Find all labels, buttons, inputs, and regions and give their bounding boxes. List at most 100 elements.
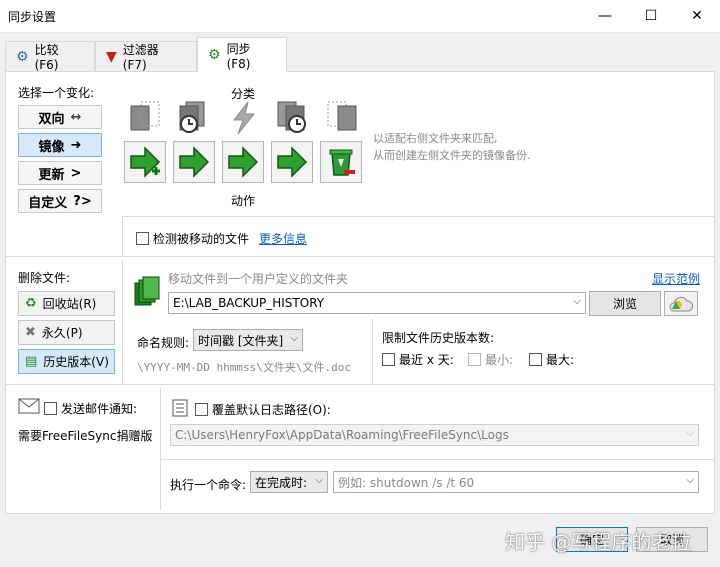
- cloud-drive-button[interactable]: [664, 291, 698, 316]
- tab-sync[interactable]: ⚙ 同步 (F8): [197, 37, 287, 72]
- command-when-value: 在完成时:: [255, 475, 308, 490]
- detect-moved-checkbox-row[interactable]: 检测被移动的文件: [136, 230, 249, 247]
- tab-label: 过滤器 (F7): [122, 43, 159, 72]
- divider: [6, 384, 714, 385]
- gear-icon: ⚙: [208, 47, 221, 63]
- variant-heading: 选择一个变化:: [18, 86, 95, 100]
- detect-moved-checkbox[interactable]: [136, 232, 149, 245]
- description-line-2: 从而创建左侧文件夹的镜像备份.: [373, 149, 531, 162]
- funnel-icon: ▼: [106, 48, 117, 65]
- recycle-bin-button[interactable]: ♻ 回收站(R): [18, 291, 115, 316]
- tab-compare[interactable]: ⚙ 比较 (F6): [5, 41, 95, 72]
- action-label: 动作: [231, 194, 256, 208]
- run-command-label: 执行一个命令:: [170, 478, 247, 492]
- watermark-text: 知乎 @写程序的老拉: [505, 530, 692, 554]
- variant-custom-button[interactable]: 自定义 ?>: [18, 189, 102, 213]
- action-create-left-button[interactable]: [124, 141, 166, 183]
- naming-convention-value: 时间戳 [文件夹]: [198, 333, 284, 348]
- variant-label: 镜像: [38, 139, 65, 155]
- permanent-delete-button[interactable]: ✖ 永久(P): [18, 320, 115, 345]
- dropdown-arrow-icon: ⌵: [686, 428, 694, 439]
- log-path-value: C:\Users\HenryFox\AppData\Roaming\FreeFi…: [175, 428, 509, 442]
- versioning-folder-stack-icon: [134, 276, 160, 306]
- command-input[interactable]: 例如: shutdown /s /t 60 ⌵: [333, 471, 699, 493]
- tab-label: 比较 (F6): [34, 43, 59, 72]
- envelope-icon: [18, 398, 40, 414]
- action-overwrite-left-button[interactable]: [173, 141, 215, 183]
- button-label: 历史版本(V): [43, 355, 109, 369]
- action-delete-right-button[interactable]: [320, 141, 362, 183]
- command-when-select[interactable]: 在完成时: ⌵: [250, 471, 328, 493]
- log-path-input[interactable]: C:\Users\HenryFox\AppData\Roaming\FreeFi…: [170, 424, 699, 446]
- maximize-button[interactable]: ☐: [628, 0, 674, 33]
- naming-label: 命名规则:: [137, 336, 190, 350]
- action-conflict-button[interactable]: [222, 141, 264, 183]
- tab-label: 同步 (F8): [226, 41, 251, 71]
- window-title: 同步设置: [8, 10, 57, 24]
- recycle-bin-icon: [329, 149, 355, 176]
- close-button[interactable]: ✕: [674, 0, 720, 33]
- file-newer-right-icon: [277, 101, 306, 133]
- dropdown-arrow-icon: ⌵: [290, 333, 298, 344]
- email-notify-row[interactable]: 发送邮件通知:: [44, 400, 137, 417]
- variant-label: 自定义: [28, 195, 68, 211]
- naming-example: \YYYY-MM-DD hhmmss\文件夹\文件.doc: [137, 361, 351, 374]
- file-newer-left-icon: [179, 101, 205, 133]
- limit-min-checkbox[interactable]: [468, 353, 481, 366]
- right-arrow-icon: ➜: [70, 137, 82, 153]
- more-info-link[interactable]: 更多信息: [259, 230, 307, 247]
- override-log-path-checkbox[interactable]: [195, 403, 208, 416]
- versioning-path-value: E:\LAB_BACKUP_HISTORY: [173, 296, 325, 310]
- move-files-hint: 移动文件到一个用户定义的文件夹: [168, 272, 349, 286]
- variant-mirror-button[interactable]: 镜像 ➜: [18, 133, 102, 157]
- divider: [372, 318, 373, 384]
- email-notify-checkbox[interactable]: [44, 402, 57, 415]
- versioning-button[interactable]: ▤ 历史版本(V): [18, 349, 115, 374]
- limit-heading: 限制文件历史版本数:: [382, 331, 495, 345]
- limit-last-days-label: 最近 x 天:: [399, 353, 454, 367]
- limit-max-checkbox[interactable]: [529, 353, 542, 366]
- versioning-path-input[interactable]: E:\LAB_BACKUP_HISTORY ⌵: [168, 292, 586, 314]
- donation-note: 需要FreeFileSync捐赠版: [18, 429, 153, 443]
- override-log-path-row[interactable]: 覆盖默认日志路径(O):: [195, 401, 331, 418]
- limit-max-row[interactable]: 最大:: [529, 351, 574, 368]
- limit-min-label: 最小:: [485, 353, 514, 367]
- override-log-path-label: 覆盖默认日志路径(O):: [212, 403, 331, 417]
- minimize-button[interactable]: —: [582, 0, 628, 33]
- button-label: 回收站(R): [42, 297, 97, 311]
- dropdown-arrow-icon: ⌵: [686, 475, 694, 486]
- dropdown-arrow-icon: ⌵: [573, 296, 581, 307]
- divider: [160, 388, 161, 510]
- gear-icon: ⚙: [16, 48, 29, 65]
- dropdown-arrow-icon: ⌵: [315, 475, 323, 486]
- variant-update-button[interactable]: 更新 >: [18, 161, 102, 185]
- log-file-icon: [172, 399, 188, 417]
- email-notify-label: 发送邮件通知:: [61, 402, 138, 416]
- limit-max-label: 最大:: [546, 353, 575, 367]
- history-stack-icon: ▤: [25, 354, 38, 369]
- naming-convention-select[interactable]: 时间戳 [文件夹] ⌵: [193, 329, 303, 351]
- variant-two-way-button[interactable]: 双向 ↔: [18, 105, 102, 129]
- delete-x-icon: ✖: [25, 325, 36, 340]
- action-overwrite-right-button[interactable]: [271, 141, 313, 183]
- limit-min-row[interactable]: 最小:: [468, 351, 513, 368]
- green-arrow-icon: [228, 146, 259, 178]
- button-label: 永久(P): [41, 326, 83, 340]
- green-arrow-plus-icon: [130, 146, 161, 178]
- browse-button[interactable]: 浏览: [589, 291, 661, 316]
- green-arrow-icon: [277, 146, 308, 178]
- two-way-arrow-icon: ↔: [70, 109, 82, 125]
- conflict-lightning-icon: [232, 101, 256, 135]
- detect-moved-label: 检测被移动的文件: [153, 232, 250, 246]
- description-line-1: 以适配右侧文件夹来匹配,: [373, 132, 498, 145]
- limit-last-days-row[interactable]: 最近 x 天:: [382, 351, 454, 368]
- divider: [160, 459, 714, 460]
- custom-arrow-icon: ?>: [73, 193, 92, 209]
- tab-filter[interactable]: ▼ 过滤器 (F7): [95, 41, 197, 72]
- show-example-link[interactable]: 显示范例: [652, 270, 700, 287]
- limit-last-days-checkbox[interactable]: [382, 353, 395, 366]
- file-left-only-icon: [130, 101, 160, 131]
- green-arrow-icon: [179, 146, 210, 178]
- divider: [122, 260, 123, 384]
- command-placeholder: 例如: shutdown /s /t 60: [338, 475, 475, 490]
